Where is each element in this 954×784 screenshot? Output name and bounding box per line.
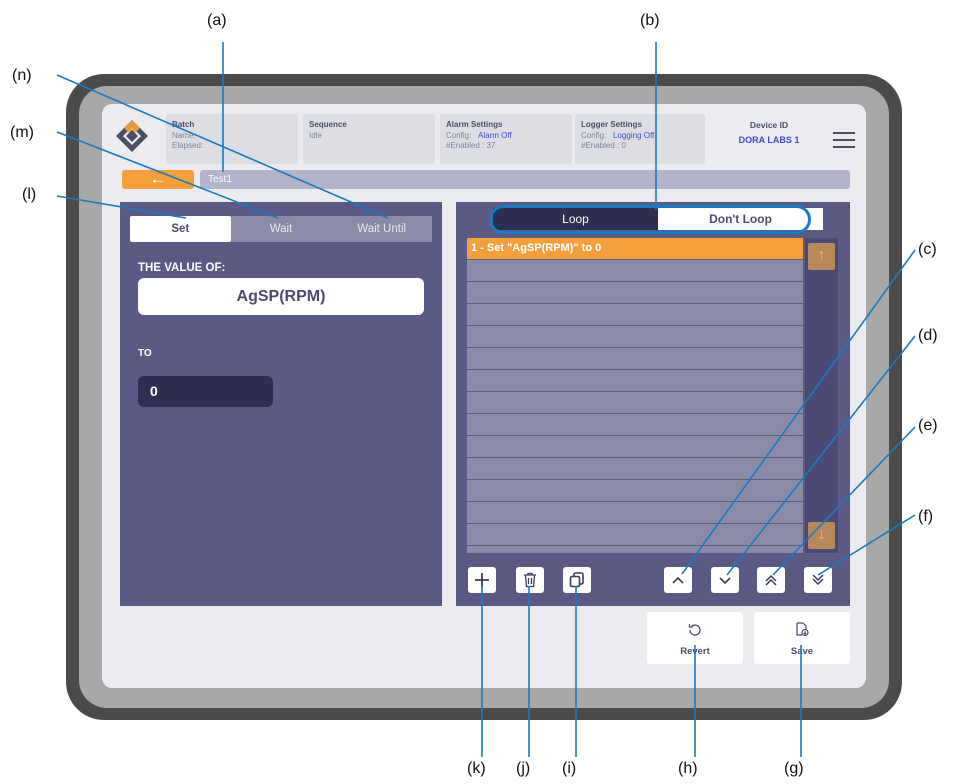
list-item-empty (467, 458, 803, 480)
hamburger-menu-icon[interactable] (833, 132, 855, 150)
device-id-card: Device ID DORA LABS 1 (708, 114, 830, 164)
variable-select[interactable]: AgSP(RPM) (138, 278, 424, 315)
tab-set[interactable]: Set (130, 216, 231, 242)
move-down-button[interactable] (711, 567, 739, 593)
sequence-name-field[interactable]: Test1 (200, 170, 850, 189)
back-arrow-button[interactable]: ← (122, 170, 194, 189)
sequence-card[interactable]: Sequence Idle (303, 114, 435, 164)
scroll-down-arrow-icon[interactable]: ↓ (808, 522, 835, 549)
tab-wait-until[interactable]: Wait Until (331, 216, 433, 242)
list-item-empty (467, 436, 803, 458)
app-logo-icon (116, 120, 148, 152)
annotation-k: (k) (467, 760, 486, 777)
loop-highlight-ring (489, 205, 811, 234)
annotation-i: (i) (562, 760, 577, 777)
batch-title: Batch (172, 120, 195, 129)
list-item-empty (467, 326, 803, 348)
device-id-title: Device ID (749, 120, 789, 130)
plus-icon (475, 573, 489, 587)
device-id-value: DORA LABS 1 (738, 135, 800, 145)
annotation-m: (m) (10, 124, 34, 141)
list-item-empty (467, 260, 803, 282)
list-item-empty (467, 392, 803, 414)
annotation-b: (b) (640, 12, 660, 29)
list-item-empty (467, 348, 803, 370)
list-item-empty (467, 414, 803, 436)
to-label: TO (138, 348, 152, 359)
annotation-h: (h) (678, 760, 698, 777)
chevron-up-icon (672, 576, 684, 584)
batch-elapsed-label: Elapsed: (172, 141, 204, 150)
add-step-button[interactable] (468, 567, 496, 593)
scroll-up-arrow-icon[interactable]: ↑ (808, 243, 835, 270)
logger-settings-title: Logger Settings (581, 120, 642, 129)
save-button[interactable]: Save (754, 612, 850, 664)
logger-config-value: Logging Off (613, 131, 655, 140)
logger-settings-card[interactable]: Logger Settings Config: Logging Off #Ena… (575, 114, 705, 164)
annotation-f: (f) (918, 508, 934, 525)
annotation-j: (j) (516, 760, 531, 777)
alarm-settings-title: Alarm Settings (446, 120, 503, 129)
list-item-empty (467, 480, 803, 502)
list-item-empty (467, 502, 803, 524)
double-chevron-up-icon (765, 574, 777, 586)
list-item[interactable]: 1 - Set "AgSP(RPM)" to 0 (467, 238, 803, 260)
move-to-top-button[interactable] (757, 567, 785, 593)
annotation-d: (d) (918, 327, 938, 344)
annotation-c: (c) (918, 241, 937, 258)
annotation-l: (l) (22, 186, 37, 203)
to-value-input[interactable]: 0 (138, 376, 273, 407)
alarm-config-value: Alarm Off (478, 131, 512, 140)
delete-step-button[interactable] (516, 567, 544, 593)
sequence-status: Idle (309, 131, 322, 140)
move-up-button[interactable] (664, 567, 692, 593)
annotation-e: (e) (918, 417, 938, 434)
revert-button[interactable]: Revert (647, 612, 743, 664)
list-item-empty (467, 282, 803, 304)
trash-icon (524, 572, 536, 588)
revert-label: Revert (680, 646, 710, 657)
alarm-enabled-label: #Enabled : 37 (446, 141, 496, 150)
annotation-n: (n) (12, 67, 32, 84)
annotation-a: (a) (207, 12, 227, 29)
step-type-tabs: Set Wait Wait Until (130, 216, 433, 242)
logger-config-label: Config: (581, 131, 607, 140)
value-of-label: THE VALUE OF: (138, 262, 226, 274)
list-item-empty (467, 524, 803, 546)
alarm-config-label: Config: (446, 131, 472, 140)
list-scrollbar[interactable] (805, 238, 838, 553)
save-label: Save (790, 646, 814, 657)
tab-wait[interactable]: Wait (230, 216, 332, 242)
copy-icon (569, 572, 584, 588)
save-file-icon (796, 622, 809, 636)
undo-icon (688, 624, 701, 636)
chevron-down-icon (719, 577, 731, 585)
batch-name-label: Name: (172, 131, 196, 140)
sequence-title: Sequence (309, 120, 347, 129)
list-item-empty (467, 370, 803, 392)
alarm-settings-card[interactable]: Alarm Settings Config: Alarm Off #Enable… (440, 114, 572, 164)
batch-card[interactable]: Batch Name: Elapsed: (166, 114, 298, 164)
list-item-empty (467, 304, 803, 326)
move-to-bottom-button[interactable] (804, 567, 832, 593)
logger-enabled-label: #Enabled : 0 (581, 141, 626, 150)
annotation-g: (g) (784, 760, 804, 777)
duplicate-step-button[interactable] (563, 567, 591, 593)
double-chevron-down-icon (812, 574, 824, 586)
